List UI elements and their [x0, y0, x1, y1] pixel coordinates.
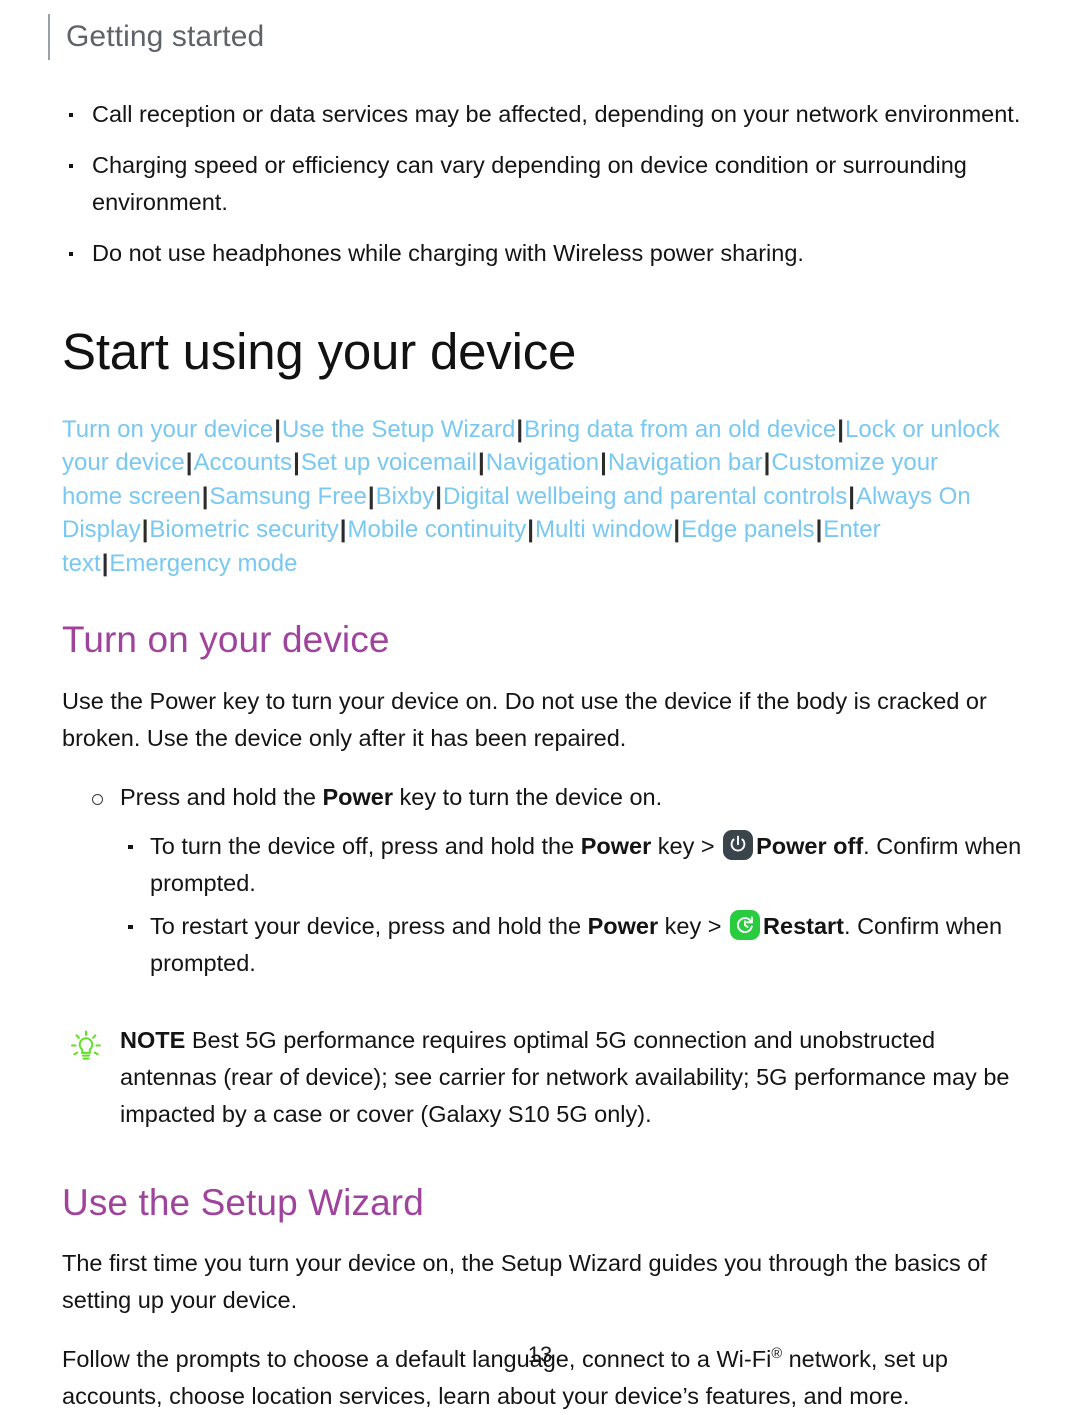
- link-samsung-free[interactable]: Samsung Free: [209, 483, 366, 510]
- section-link-list: Turn on your device|Use the Setup Wizard…: [62, 413, 1002, 581]
- bold-power-key: Power: [580, 832, 652, 859]
- link-separator: |: [274, 415, 281, 443]
- restart-icon: [730, 909, 761, 940]
- link-separator: |: [600, 449, 607, 477]
- link-edge-panels[interactable]: Edge panels: [681, 516, 814, 543]
- text-fragment: key >: [658, 912, 729, 939]
- note-body: Best 5G performance requires optimal 5G …: [120, 1026, 1010, 1127]
- link-separator: |: [815, 516, 823, 544]
- link-mobile-continuity[interactable]: Mobile continuity: [348, 516, 527, 543]
- header-divider: [48, 14, 50, 60]
- text-fragment: key >: [651, 832, 722, 859]
- lightbulb-icon: [67, 1027, 105, 1065]
- page-number: 13: [527, 1342, 553, 1367]
- note-label: NOTE: [120, 1026, 186, 1053]
- link-separator: |: [763, 449, 771, 477]
- page-content: Call reception or data services may be a…: [62, 96, 1022, 1415]
- power-off-icon: [723, 829, 754, 860]
- bold-power-off-label: Power off: [756, 832, 864, 859]
- text-fragment: To restart your device, press and hold t…: [150, 912, 588, 939]
- paragraph-setup-wizard-intro: The first time you turn your device on, …: [62, 1250, 987, 1314]
- power-steps-list: To turn the device off, press and hold t…: [62, 828, 1022, 982]
- link-separator: |: [477, 449, 485, 477]
- link-separator: |: [339, 516, 347, 544]
- list-item: Charging speed or efficiency can vary de…: [62, 147, 1022, 221]
- link-accounts[interactable]: Accounts: [193, 449, 292, 476]
- list-item-power-off-step: To turn the device off, press and hold t…: [62, 828, 1022, 902]
- bold-power-key: Power: [587, 912, 659, 939]
- link-separator: |: [527, 516, 534, 544]
- circle-bullet-list: Press and hold the Power key to turn the…: [62, 779, 1022, 816]
- page-header-title: Getting started: [66, 20, 265, 53]
- link-emergency-mode[interactable]: Emergency mode: [109, 550, 297, 577]
- link-navigation[interactable]: Navigation: [486, 449, 599, 476]
- intro-bullet-list: Call reception or data services may be a…: [62, 96, 1022, 272]
- bold-power-key: Power: [322, 783, 394, 810]
- link-biometric-security[interactable]: Biometric security: [149, 516, 338, 543]
- note-callout: NOTE Best 5G performance requires optima…: [62, 1022, 1022, 1133]
- link-separator: |: [435, 482, 442, 510]
- link-navigation-bar[interactable]: Navigation bar: [608, 449, 763, 476]
- bold-restart-label: Restart: [763, 912, 845, 939]
- heading-turn-on-your-device: Turn on your device: [62, 619, 390, 661]
- link-use-the-setup-wizard[interactable]: Use the Setup Wizard: [282, 416, 515, 443]
- page-title: Start using your device: [62, 323, 577, 380]
- link-separator: |: [673, 516, 681, 544]
- link-bring-data-from-an-old-device[interactable]: Bring data from an old device: [524, 416, 836, 443]
- list-item-press-and-hold-power: Press and hold the Power key to turn the…: [62, 779, 1022, 816]
- text-fragment: key to turn the device on.: [393, 783, 663, 810]
- link-digital-wellbeing-and-parental-controls[interactable]: Digital wellbeing and parental controls: [443, 483, 847, 510]
- link-separator: |: [848, 482, 855, 510]
- list-item: Do not use headphones while charging wit…: [62, 235, 1022, 272]
- link-separator: |: [293, 449, 300, 477]
- heading-use-the-setup-wizard: Use the Setup Wizard: [62, 1181, 424, 1223]
- link-separator: |: [516, 415, 524, 443]
- list-item-restart-step: To restart your device, press and hold t…: [62, 908, 1022, 982]
- text-fragment: Press and hold the: [120, 783, 323, 810]
- link-set-up-voicemail[interactable]: Set up voicemail: [301, 449, 477, 476]
- link-turn-on-your-device[interactable]: Turn on your device: [62, 416, 273, 443]
- paragraph-turn-on-your-device: Use the Power key to turn your device on…: [62, 687, 987, 751]
- page-header: Getting started: [48, 14, 264, 60]
- link-separator: |: [367, 482, 375, 510]
- link-multi-window[interactable]: Multi window: [535, 516, 672, 543]
- link-separator: |: [837, 415, 844, 443]
- link-bixby[interactable]: Bixby: [376, 483, 435, 510]
- list-item: Call reception or data services may be a…: [62, 96, 1022, 133]
- note-text: NOTE Best 5G performance requires optima…: [120, 1022, 1022, 1133]
- text-fragment: To turn the device off, press and hold t…: [150, 832, 581, 859]
